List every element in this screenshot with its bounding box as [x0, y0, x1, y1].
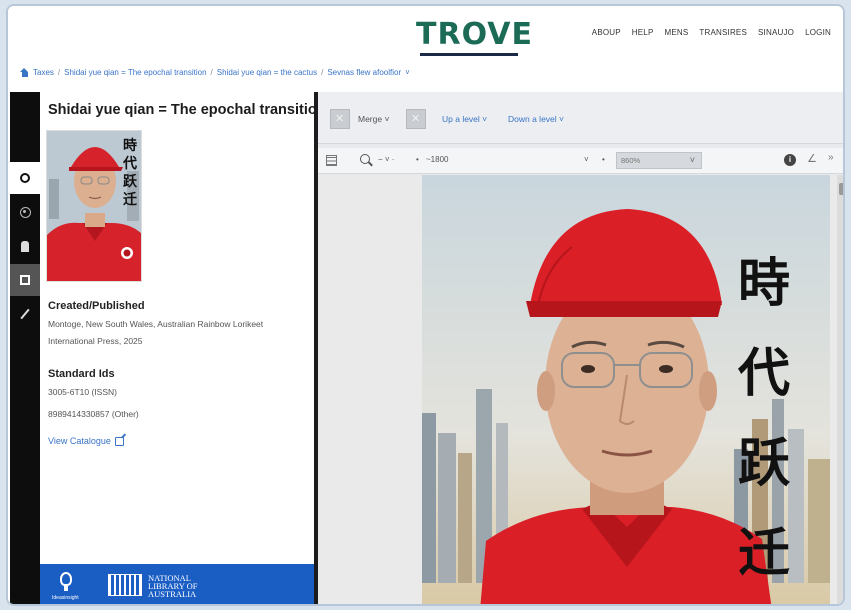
- footer-left-label: Ideasinsight: [52, 595, 79, 601]
- image-viewer: Merge ˅ Up a level ˅ Down a level ˅ − ˅ …: [318, 92, 843, 604]
- lightbulb-icon: [60, 572, 72, 586]
- breadcrumb-item-record[interactable]: Shidai yue qian = The epochal transition: [64, 68, 206, 77]
- breadcrumb-separator: /: [210, 68, 213, 77]
- record-icon: [20, 173, 30, 183]
- app-window: TROVE ABOUP HELP MENS TRANSIRES SINAUJO …: [6, 4, 845, 606]
- viewer-secondary-toolbar: − ˅ · • ~1800 ˅ • 860% ˅ i ∠ »: [318, 148, 843, 174]
- cover-char-1: 時: [123, 138, 137, 154]
- breadcrumb-item-current[interactable]: Sevnas flew afoolfior: [327, 68, 401, 77]
- nav-help[interactable]: HELP: [632, 28, 654, 37]
- viewer-side-rail: [10, 92, 40, 604]
- zoom-value: 860%: [621, 156, 641, 165]
- rail-pen-button[interactable]: [10, 298, 40, 330]
- annotate-icon[interactable]: ∠: [807, 152, 817, 165]
- page-dropdown-chevron[interactable]: ˅: [584, 155, 589, 164]
- down-level-label: Down a level: [508, 114, 557, 124]
- vertical-scrollbar[interactable]: [837, 175, 843, 604]
- image-char-2: 代: [738, 344, 791, 404]
- nav-mens[interactable]: MENS: [665, 28, 689, 37]
- cover-char-3: 跃: [123, 174, 137, 190]
- rail-spacer: [10, 92, 40, 136]
- standard-id-other: 8989414330857 (Other): [48, 409, 139, 419]
- nav-sinaujo[interactable]: SINAUJO: [758, 28, 794, 37]
- logo-underline: [420, 53, 518, 56]
- external-link-icon: [114, 436, 124, 446]
- building-icon: [21, 240, 29, 252]
- zoom-select[interactable]: 860% ˅: [616, 152, 702, 169]
- page-value: 1800: [430, 155, 449, 164]
- created-heading: Created/Published: [48, 300, 145, 312]
- image-char-1: 時: [738, 254, 791, 314]
- fullscreen-icon[interactable]: »: [828, 152, 834, 163]
- cover-char-2: 代: [123, 156, 137, 172]
- nav-login[interactable]: LOGIN: [805, 28, 831, 37]
- image-stage[interactable]: 時 代 跃 迁: [318, 175, 843, 604]
- cover-char-4: 迁: [123, 192, 137, 208]
- rail-building-button[interactable]: [10, 230, 40, 262]
- merge-label: Merge: [358, 114, 383, 124]
- standard-ids-heading: Standard Ids: [48, 368, 115, 380]
- page-number[interactable]: ~1800: [426, 155, 448, 164]
- page-bullet: •: [416, 155, 419, 164]
- up-level-label: Up a level: [442, 114, 480, 124]
- breadcrumb-item-part[interactable]: Shidai yue qian = the cactus: [217, 68, 317, 77]
- document-icon: [20, 275, 30, 285]
- image-char-4: 迁: [738, 524, 791, 584]
- created-text: Montoge, New South Wales, Australian Rai…: [48, 319, 264, 346]
- rail-record-button[interactable]: [10, 162, 40, 194]
- chevron-down-icon: ˅: [689, 155, 695, 165]
- trove-logo[interactable]: TROVE: [416, 17, 533, 58]
- header: TROVE ABOUP HELP MENS TRANSIRES SINAUJO …: [8, 6, 843, 62]
- pen-icon: [20, 308, 30, 320]
- breadcrumb-separator: /: [57, 68, 61, 77]
- footer-banner: Ideasinsight NATIONAL LIBRARY OF AUSTRAL…: [40, 564, 314, 604]
- scrollbar-thumb[interactable]: [839, 183, 843, 195]
- merge-dropdown[interactable]: Merge ˅: [358, 114, 389, 124]
- up-level-dropdown[interactable]: Up a level ˅: [442, 114, 487, 124]
- view-catalogue-label: View Catalogue: [48, 436, 111, 446]
- search-icon[interactable]: [360, 154, 370, 164]
- rail-disc-button[interactable]: [10, 196, 40, 228]
- info-icon[interactable]: i: [784, 154, 796, 166]
- viewer-toolbar: Merge ˅ Up a level ˅ Down a level ˅: [318, 92, 843, 144]
- nav-about[interactable]: ABOUP: [592, 28, 621, 37]
- record-details-panel: Shidai yue qian = The epochal transition…: [40, 92, 326, 566]
- library-building-icon: [108, 574, 142, 596]
- rail-document-button[interactable]: [10, 264, 40, 296]
- chevron-down-icon[interactable]: ˅: [405, 68, 410, 77]
- close-icon[interactable]: [330, 109, 350, 129]
- logo-text: TROVE: [416, 17, 533, 52]
- image-char-3: 跃: [738, 434, 791, 494]
- nla-wordmark[interactable]: NATIONAL LIBRARY OF AUSTRALIA: [148, 574, 228, 599]
- breadcrumb-separator: /: [321, 68, 324, 77]
- zoom-controls[interactable]: − ˅ ·: [378, 155, 394, 164]
- standard-id-issn: 3005-6T10 (ISSN): [48, 387, 117, 397]
- down-level-dropdown[interactable]: Down a level ˅: [508, 114, 564, 124]
- breadcrumb: Taxes / Shidai yue qian = The epochal tr…: [20, 68, 410, 77]
- zoom-bullet: •: [602, 155, 605, 164]
- record-title: Shidai yue qian = The epochal transition: [48, 102, 326, 118]
- top-nav: ABOUP HELP MENS TRANSIRES SINAUJO LOGIN: [592, 28, 831, 37]
- cover-thumbnail[interactable]: 時 代 跃 迁: [46, 130, 142, 282]
- breadcrumb-item-home[interactable]: Taxes: [33, 68, 54, 77]
- lightbulb-base: [64, 586, 68, 591]
- home-icon[interactable]: [20, 68, 29, 77]
- main-image: 時 代 跃 迁: [422, 175, 830, 604]
- disc-icon: [19, 206, 31, 218]
- grid-view-icon[interactable]: [326, 155, 337, 166]
- clear-icon[interactable]: [406, 109, 426, 129]
- nav-transires[interactable]: TRANSIRES: [699, 28, 747, 37]
- view-catalogue-link[interactable]: View Catalogue: [48, 436, 124, 446]
